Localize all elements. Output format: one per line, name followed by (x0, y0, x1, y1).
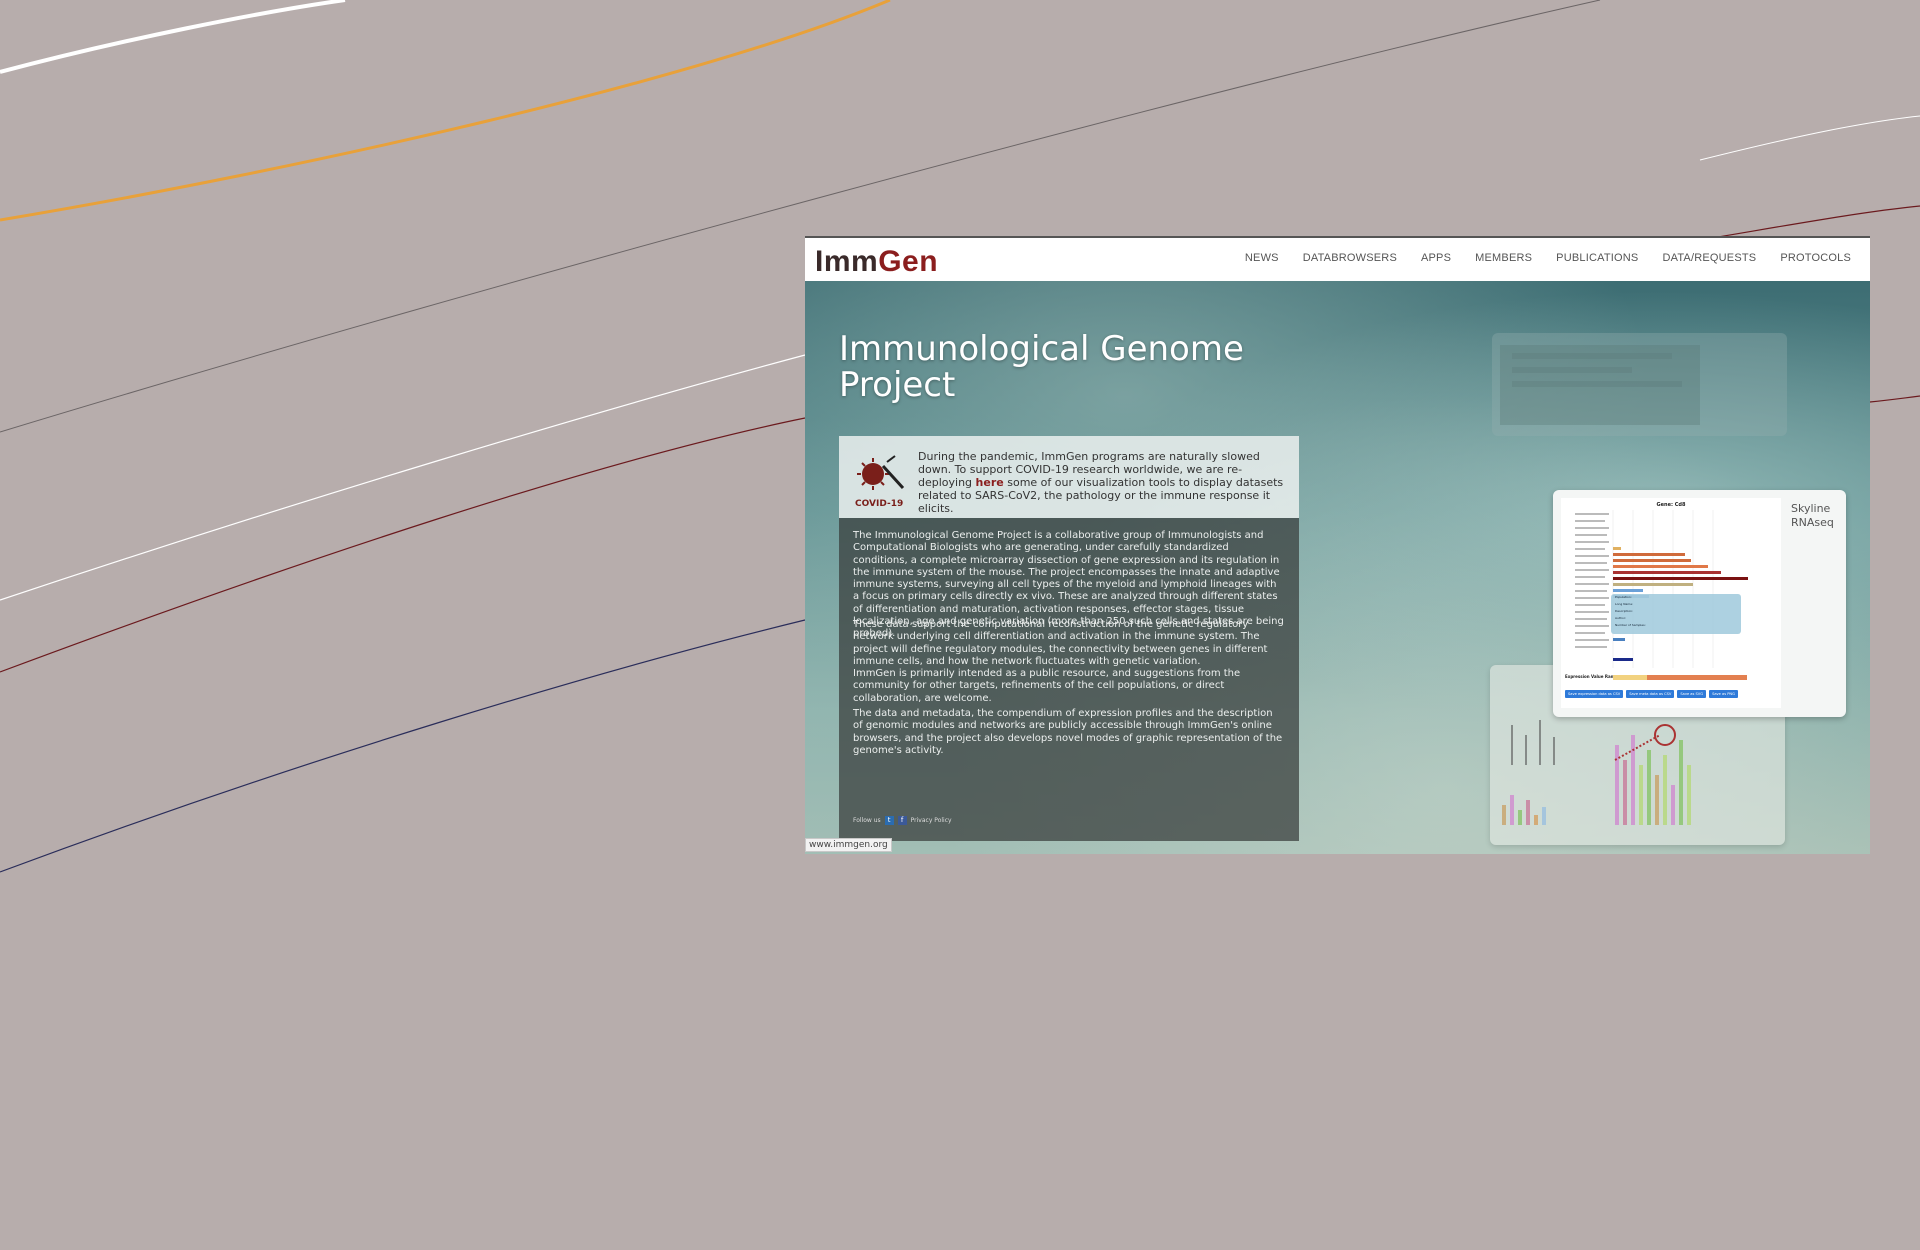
nav-news[interactable]: NEWS (1245, 252, 1279, 264)
covid-virus-icon: COVID-19 (855, 455, 905, 508)
dark-red-curve (0, 417, 806, 673)
skyline-tooltip: Population: Long Name: Description: Auth… (1611, 594, 1741, 634)
tooltip-long-name: Long Name: (1615, 602, 1634, 606)
orange-curve (0, 0, 891, 222)
covid-text: During the pandemic, ImmGen programs are… (918, 450, 1288, 515)
covid-here-link[interactable]: here (976, 476, 1004, 489)
covid-notice: COVID-19 During the pandemic, ImmGen pro… (839, 436, 1299, 518)
follow-label: Follow us (853, 817, 881, 824)
skyline-gene-title: Gene: Cd8 (1657, 502, 1686, 508)
hero-section: Immunological Genome Project COVID-19 Du… (805, 281, 1870, 854)
follow-row: Follow us t f Privacy Policy (853, 816, 952, 825)
dark-red-curve-top-right (1699, 205, 1920, 241)
tooltip-author: Author: (1615, 616, 1627, 620)
logo-part-imm: Imm (815, 245, 879, 278)
save-svg-button[interactable]: Save as SVG (1677, 690, 1707, 698)
main-nav: NEWS DATABROWSERS APPS MEMBERS PUBLICATI… (1221, 252, 1851, 264)
facebook-icon[interactable]: f (897, 816, 907, 825)
about-paragraph-2: These data support the computational rec… (853, 619, 1268, 667)
about-paragraph-3: ImmGen is primarily intended as a public… (853, 668, 1241, 704)
skyline-range-label: Expression Value Range (1565, 674, 1619, 679)
covid-icon-label: COVID-19 (855, 499, 903, 508)
nav-protocols[interactable]: PROTOCOLS (1780, 252, 1851, 264)
skyline-card[interactable]: Skyline RNAseq Gene: Cd8 Expression Valu… (1553, 490, 1846, 717)
website-screenshot: ImmGen NEWS DATABROWSERS APPS MEMBERS PU… (805, 236, 1870, 854)
navy-curve (0, 619, 806, 873)
site-header: ImmGen NEWS DATABROWSERS APPS MEMBERS PU… (805, 236, 1870, 281)
nav-databrowsers[interactable]: DATABROWSERS (1303, 252, 1397, 264)
tooltip-description: Description: (1615, 609, 1634, 613)
tooltip-population: Population: (1615, 595, 1632, 599)
skyline-label: Skyline RNAseq (1791, 502, 1834, 529)
save-meta-csv-button[interactable]: Save meta data as CSV (1626, 690, 1675, 698)
skyline-buttons: Save expression data as CSV Save meta da… (1565, 690, 1738, 698)
url-label: www.immgen.org (805, 838, 892, 852)
nav-data-requests[interactable]: DATA/REQUESTS (1662, 252, 1756, 264)
save-expression-csv-button[interactable]: Save expression data as CSV (1565, 690, 1624, 698)
nav-members[interactable]: MEMBERS (1475, 252, 1532, 264)
white-curve-thick (0, 0, 346, 74)
logo-part-gen: Gen (878, 245, 939, 278)
about-paragraph-4: The data and metadata, the compendium of… (853, 708, 1283, 756)
faded-preview-card (1492, 333, 1787, 436)
white-curve-thin (0, 354, 806, 601)
dark-red-curve-right (1869, 395, 1920, 403)
nav-apps[interactable]: APPS (1421, 252, 1451, 264)
immgen-logo[interactable]: ImmGen (815, 245, 938, 279)
tooltip-samples: Number of Samples: (1615, 623, 1646, 627)
privacy-policy-link[interactable]: Privacy Policy (911, 817, 952, 824)
twitter-icon[interactable]: t (884, 816, 894, 825)
page-title: Immunological Genome Project (839, 329, 1244, 405)
save-png-button[interactable]: Save as PNG (1709, 690, 1738, 698)
faded-preview-graphic (1500, 345, 1700, 425)
white-curve-thin-upper (1699, 115, 1920, 161)
about-panel: The Immunological Genome Project is a co… (839, 518, 1299, 841)
screenshot-canvas: ImmGen NEWS DATABROWSERS APPS MEMBERS PU… (0, 0, 1920, 1250)
nav-publications[interactable]: PUBLICATIONS (1556, 252, 1638, 264)
